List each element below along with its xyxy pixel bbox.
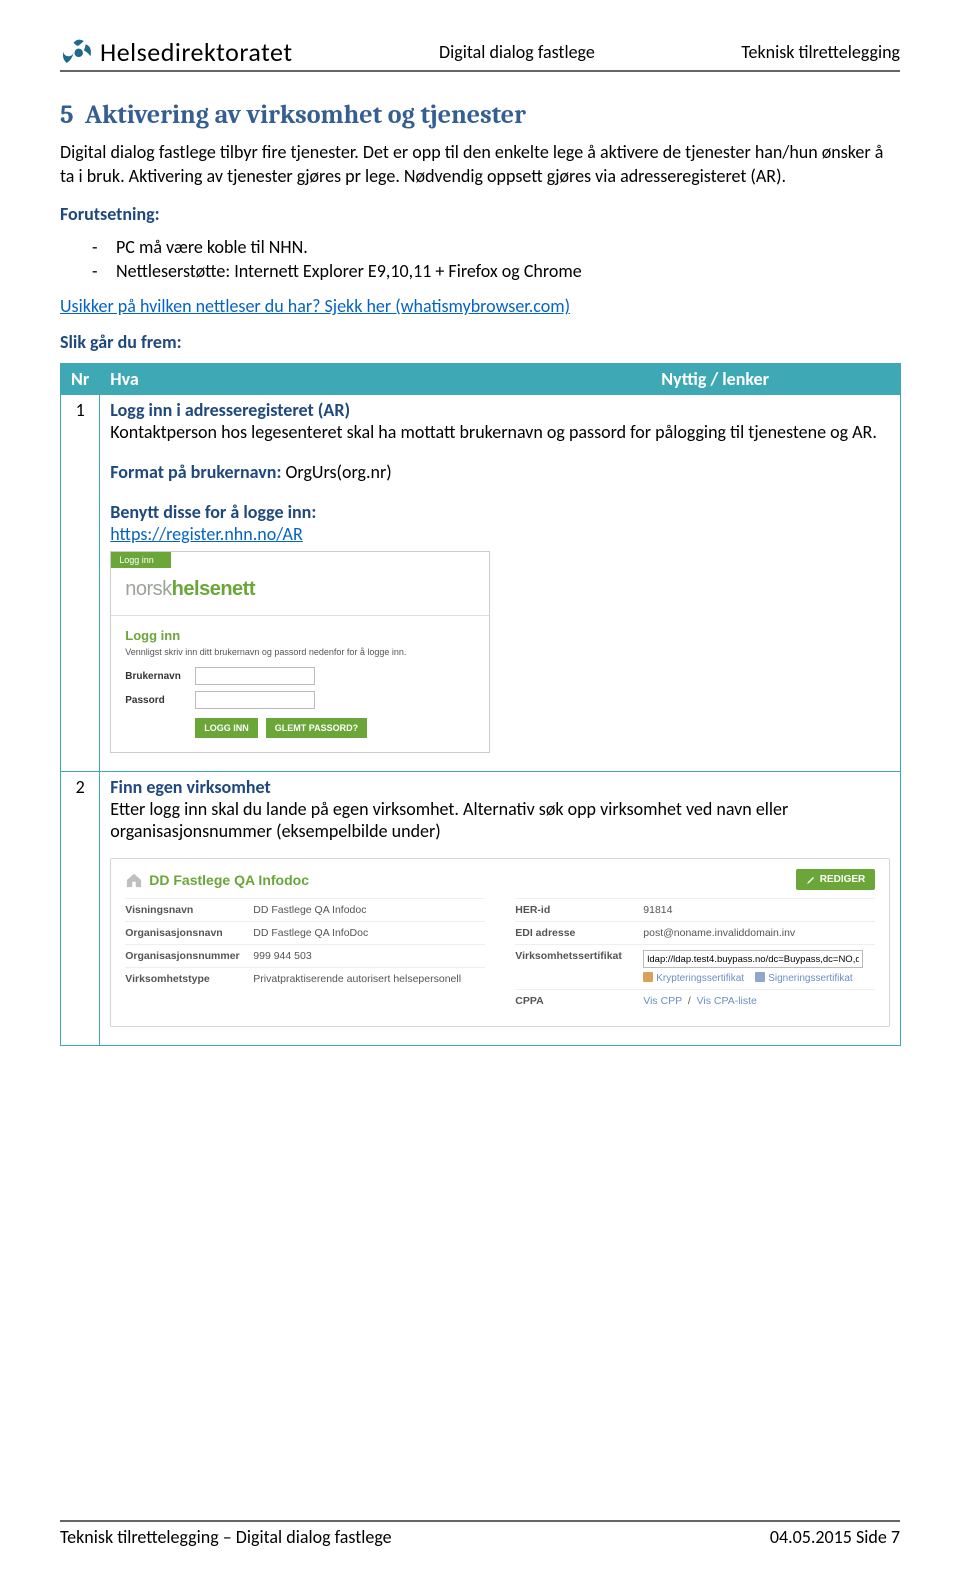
row-body: Etter logg inn skal du lande på egen vir… (110, 798, 890, 842)
krypt-sert-link[interactable]: Krypteringssertifikat (656, 973, 744, 984)
forutsetning-heading: Forutsetning: (60, 203, 900, 225)
nhn-brand-2: helsenett (172, 578, 255, 600)
visningsnavn-val: DD Fastlege QA Infodoc (253, 904, 485, 916)
ldap-input[interactable] (643, 950, 863, 968)
cert-icon (643, 972, 653, 982)
home-icon (125, 872, 143, 888)
ar-url-link[interactable]: https://register.nhn.no/AR (110, 523, 302, 545)
col-lenker: Nyttig / lenker (651, 364, 901, 395)
password-label: Passord (125, 695, 195, 706)
virksomhet-screenshot: DD Fastlege QA Infodoc REDIGER Visningsn… (110, 858, 890, 1027)
orgnavn-val: DD Fastlege QA InfoDoc (253, 927, 485, 939)
herid-val: 91814 (643, 904, 875, 916)
list-item: Nettleserstøtte: Internett Explorer E9,1… (92, 259, 900, 283)
section-title: Aktivering av virksomhet og tjenester (85, 100, 526, 130)
section-number: 5 (60, 100, 74, 130)
vis-cpa-link[interactable]: Vis CPA-liste (697, 995, 757, 1007)
format-label: Format på brukernavn: (110, 461, 281, 483)
visningsnavn-key: Visningsnavn (125, 904, 253, 916)
virktype-val: Privatpraktiserende autorisert helsepers… (253, 973, 485, 985)
table-row: 2 Finn egen virksomhet Etter logg inn sk… (61, 772, 901, 1046)
table-row: 1 Logg inn i adresseregisteret (AR) Kont… (61, 395, 901, 772)
col-nr: Nr (61, 364, 100, 395)
virk-left-col: VisningsnavnDD Fastlege QA Infodoc Organ… (125, 898, 485, 1012)
intro-paragraph: Digital dialog fastlege tilbyr fire tjen… (60, 140, 900, 189)
cert-icon (755, 972, 765, 982)
doc-footer: Teknisk tilrettelegging – Digital dialog… (60, 1520, 900, 1548)
row-content: Logg inn i adresseregisteret (AR) Kontak… (100, 395, 901, 772)
footer-left: Teknisk tilrettelegging – Digital dialog… (60, 1526, 392, 1548)
format-value: OrgUrs(org.nr) (286, 461, 392, 483)
row-body: Kontaktperson hos legesenteret skal ha m… (110, 421, 890, 443)
header-right: Teknisk tilrettelegging (741, 41, 900, 63)
row-content: Finn egen virksomhet Etter logg inn skal… (100, 772, 901, 1046)
virk-title: DD Fastlege QA Infodoc (149, 872, 309, 888)
virk-title-group: DD Fastlege QA Infodoc (125, 872, 309, 888)
browser-check-link[interactable]: Usikker på hvilken nettleser du har? Sje… (60, 295, 570, 317)
brand-name: Helsedirektoratet (100, 36, 293, 68)
login-button[interactable]: LOGG INN (195, 718, 258, 738)
edi-key: EDI adresse (515, 927, 643, 939)
row-nr: 1 (61, 395, 100, 772)
instructions-table: Nr Hva Nyttig / lenker 1 Logg inn i adre… (60, 363, 901, 1046)
nhn-brand: norskhelsenett (111, 568, 489, 616)
pencil-icon (806, 875, 816, 885)
virktype-key: Virksomhetstype (125, 973, 253, 985)
vis-cpp-link[interactable]: Vis CPP (643, 995, 682, 1007)
username-input[interactable] (195, 667, 315, 685)
rediger-button[interactable]: REDIGER (796, 869, 876, 890)
row-nr: 2 (61, 772, 100, 1046)
brand: Helsedirektoratet (60, 36, 293, 68)
row-title: Finn egen virksomhet (110, 776, 890, 798)
login-instr: Vennligst skriv inn ditt brukernavn og p… (125, 647, 475, 657)
nhn-brand-1: norsk (125, 578, 171, 600)
sign-sert-link[interactable]: Signeringssertifikat (768, 973, 852, 984)
login-screenshot: Logg inn norskhelsenett Logg inn Vennlig… (110, 551, 490, 753)
header-center: Digital dialog fastlege (439, 41, 595, 63)
virk-titlebar: DD Fastlege QA Infodoc REDIGER (125, 869, 875, 890)
login-form: Logg inn Vennligst skriv inn ditt bruker… (111, 616, 489, 752)
password-input[interactable] (195, 691, 315, 709)
orgnavn-key: Organisasjonsnavn (125, 927, 253, 939)
section-heading: 5 Aktivering av virksomhet og tjenester (60, 100, 900, 130)
slik-heading: Slik går du frem: (60, 331, 900, 353)
login-title: Logg inn (125, 628, 475, 643)
herid-key: HER-id (515, 904, 643, 916)
login-tab: Logg inn (111, 552, 171, 568)
forgot-password-button[interactable]: GLEMT PASSORD? (266, 718, 367, 738)
sert-val: Krypteringssertifikat Signeringssertifik… (643, 950, 875, 984)
forutsetning-list: PC må være koble til NHN. Nettleserstøtt… (60, 235, 900, 284)
footer-right: 04.05.2015 Side 7 (770, 1526, 900, 1548)
list-item: PC må være koble til NHN. (92, 235, 900, 259)
cppa-key: CPPA (515, 995, 643, 1007)
rediger-label: REDIGER (820, 874, 866, 885)
doc-header: Helsedirektoratet Digital dialog fastleg… (60, 36, 900, 72)
benytt-label: Benytt disse for å logge inn: (110, 501, 890, 523)
cppa-val: Vis CPP / Vis CPA-liste (643, 995, 875, 1007)
edi-val: post@noname.invaliddomain.inv (643, 927, 875, 939)
username-label: Brukernavn (125, 671, 195, 682)
logo-icon (60, 37, 94, 67)
col-hva: Hva (100, 364, 651, 395)
orgnr-val: 999 944 503 (253, 950, 485, 962)
sert-key: Virksomhetssertifikat (515, 950, 643, 962)
row-title: Logg inn i adresseregisteret (AR) (110, 399, 890, 421)
orgnr-key: Organisasjonsnummer (125, 950, 253, 962)
virk-right-col: HER-id91814 EDI adressepost@noname.inval… (515, 898, 875, 1012)
